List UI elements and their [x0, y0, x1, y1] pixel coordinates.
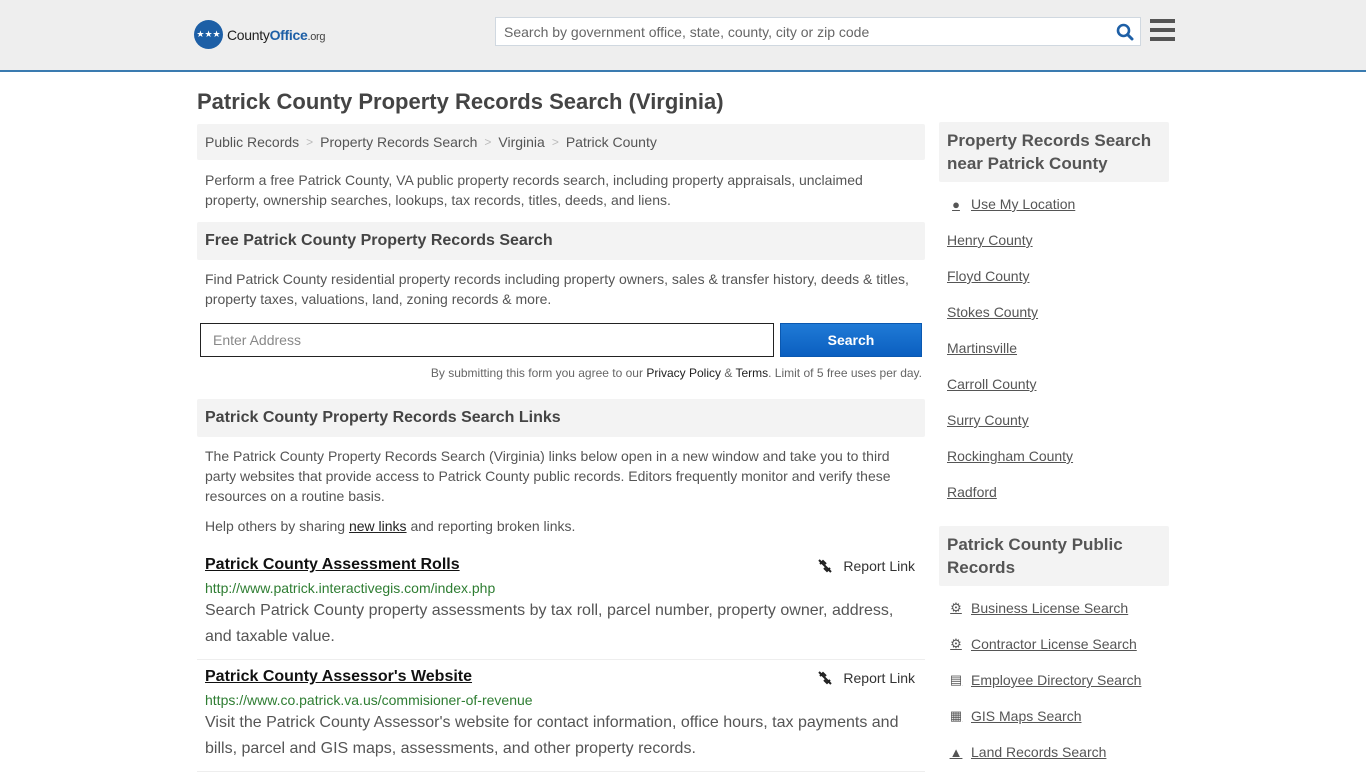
public-record-link[interactable]: ⚙ Contractor License Search [947, 626, 1161, 662]
map-marker-icon: ● [952, 196, 960, 212]
page-title: Patrick County Property Records Search (… [197, 89, 724, 114]
report-link-button[interactable]: Report Link [817, 670, 915, 686]
public-records-list: ⚙ Business License Search ⚙ Contractor Lic… [939, 586, 1169, 770]
terms-link[interactable]: Terms [735, 366, 768, 380]
nearby-link[interactable]: Floyd County [947, 258, 1161, 294]
gears-icon: ⚙ [950, 600, 962, 615]
nearby-list: ● Use My Location Henry County Floyd Coun… [939, 182, 1169, 510]
link-description: Search Patrick County property assessmen… [205, 602, 894, 645]
site-logo[interactable]: ★★★ CountyOffice.org [194, 20, 326, 49]
hamburger-menu-icon[interactable] [1150, 19, 1175, 41]
nearby-link[interactable]: Carroll County [947, 366, 1161, 402]
breadcrumb-property-records[interactable]: Property Records Search [320, 134, 477, 150]
link-title[interactable]: Patrick County Assessment Rolls [205, 556, 460, 573]
breadcrumb-state[interactable]: Virginia [498, 134, 544, 150]
nearby-link[interactable]: Martinsville [947, 330, 1161, 366]
logo-tld: .org [307, 30, 326, 43]
nearby-link[interactable]: Rockingham County [947, 438, 1161, 474]
address-search-form: Search [197, 323, 925, 357]
logo-emblem-icon: ★★★ [194, 20, 223, 49]
logo-county: County [227, 26, 270, 43]
nearby-link[interactable]: Henry County [947, 222, 1161, 258]
map-icon: ▦ [949, 708, 963, 723]
links-section-heading: Patrick County Property Records Search L… [197, 399, 925, 437]
link-description: Visit the Patrick County Assessor's webs… [205, 714, 899, 757]
privacy-policy-link[interactable]: Privacy Policy [646, 366, 721, 380]
logo-office: Office [269, 26, 308, 43]
site-search [495, 17, 1141, 46]
link-item: Patrick County Assessor's Website Report… [197, 660, 925, 772]
link-title[interactable]: Patrick County Assessor's Website [205, 668, 472, 685]
search-button[interactable]: Search [780, 323, 922, 357]
intro-text: Perform a free Patrick County, VA public… [205, 172, 863, 208]
book-icon: ▤ [949, 672, 963, 687]
breadcrumb-separator: > [484, 135, 492, 149]
breadcrumb-public-records[interactable]: Public Records [205, 134, 299, 150]
broken-link-icon [818, 671, 833, 685]
breadcrumb-county[interactable]: Patrick County [566, 134, 657, 150]
breadcrumb-separator: > [551, 135, 559, 149]
free-search-description: Find Patrick County residential property… [205, 271, 909, 307]
broken-link-icon [818, 559, 833, 573]
nearby-heading: Property Records Search near Patrick Cou… [939, 122, 1169, 182]
link-url: https://www.co.patrick.va.us/commisioner… [205, 692, 533, 708]
public-record-link[interactable]: ▦ GIS Maps Search [947, 698, 1161, 734]
tree-icon: ▲ [949, 744, 963, 760]
links-section-description: The Patrick County Property Records Sear… [205, 448, 891, 504]
site-search-input[interactable] [496, 23, 1110, 40]
nearby-link[interactable]: Radford [947, 474, 1161, 510]
search-icon[interactable] [1110, 17, 1140, 46]
use-my-location-link[interactable]: ● Use My Location [947, 186, 1161, 222]
public-records-heading: Patrick County Public Records [939, 526, 1169, 586]
public-record-link[interactable]: ⚙ Business License Search [947, 590, 1161, 626]
free-search-heading: Free Patrick County Property Records Sea… [197, 222, 925, 260]
breadcrumb-separator: > [306, 135, 314, 149]
terms-notice: By submitting this form you agree to our… [430, 366, 922, 380]
public-record-link[interactable]: ▤ Employee Directory Search [947, 662, 1161, 698]
link-url: http://www.patrick.interactivegis.com/in… [205, 580, 496, 596]
public-record-link[interactable]: ▲ Land Records Search [947, 734, 1161, 770]
address-input[interactable] [200, 323, 774, 357]
new-links-link[interactable]: new links [349, 518, 407, 534]
nearby-link[interactable]: Surry County [947, 402, 1161, 438]
nearby-link[interactable]: Stokes County [947, 294, 1161, 330]
gear-icon: ⚙ [950, 636, 962, 651]
breadcrumb: Public Records > Property Records Search >… [197, 124, 925, 160]
report-link-button[interactable]: Report Link [817, 558, 915, 574]
help-text: Help others by sharing new links and rep… [205, 518, 576, 534]
link-item: Patrick County Assessment Rolls Report L… [197, 548, 925, 660]
site-header: ★★★ CountyOffice.org [0, 0, 1366, 72]
